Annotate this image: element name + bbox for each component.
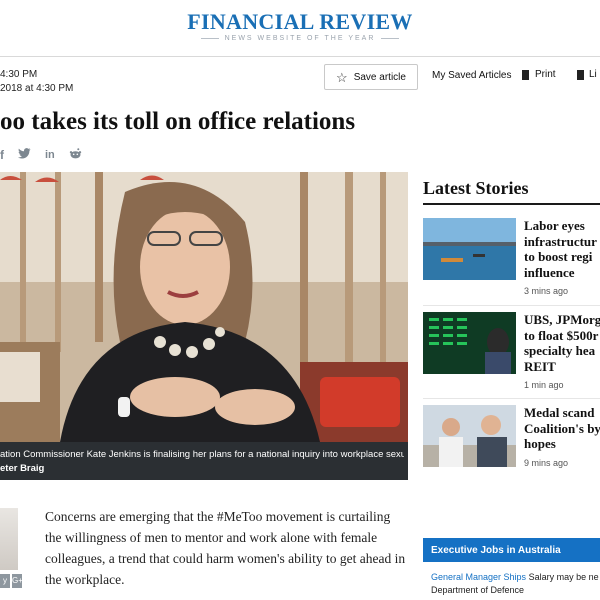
star-icon: ☆ [336,69,348,85]
story-thumbnail[interactable] [423,405,516,467]
updated-time: 2018 at 4:30 PM [0,83,74,94]
job-salary: Salary may be ne [528,572,599,582]
story-title[interactable]: UBS, JPMorg to float $500r specialty hea… [524,312,600,374]
site-tagline: NEWS WEBSITE OF THE YEAR [0,35,600,42]
author-twitter-icon[interactable]: y [0,574,10,588]
article-timestamps: 4:30 PM 2018 at 4:30 PM [0,68,73,96]
caption-credit: eter Braig [0,463,45,474]
save-article-label: Save article [353,71,406,83]
job-listing: General Manager Ships Salary may be ne [431,572,599,582]
image-caption: ation Commissioner Kate Jenkins is final… [0,442,408,480]
harbour-thumbnail-illustration [423,218,516,280]
caption-text: ation Commissioner Kate Jenkins is final… [0,449,404,460]
published-time: 4:30 PM [0,69,38,80]
my-saved-articles-link[interactable]: My Saved Articles [432,70,511,81]
latest-story[interactable]: Medal scand Coalition's by hopes 9 mins … [423,405,600,485]
cafe-background-illustration [0,172,408,442]
story-title[interactable]: Labor eyes infrastructur to boost regi i… [524,218,600,280]
facebook-icon[interactable]: f [0,148,4,162]
document-icon [577,69,584,80]
job-organisation: Department of Defence [431,585,525,595]
twitter-icon[interactable] [18,148,31,162]
job-title-link[interactable]: General Manager Ships [431,572,526,582]
article-hero-image [0,172,408,442]
story-time: 3 mins ago [524,286,569,296]
latest-story[interactable]: UBS, JPMorg to float $500r specialty hea… [423,312,600,392]
site-header: FINANCIAL REVIEW NEWS WEBSITE OF THE YEA… [0,0,600,57]
print-icon [522,69,529,80]
site-logo[interactable]: FINANCIAL REVIEW [0,9,600,35]
author-social-links: y G+ [0,574,23,588]
reddit-icon[interactable] [69,148,82,162]
trading-screen-thumbnail-illustration [423,312,516,374]
story-time: 9 mins ago [524,458,569,468]
story-divider [423,305,600,306]
latest-stories-rule [423,203,600,205]
story-time: 1 min ago [524,380,564,390]
author-google-plus-icon[interactable]: G+ [12,574,23,588]
story-thumbnail[interactable] [423,312,516,374]
save-article-button[interactable]: ☆ Save article [324,64,418,90]
latest-story[interactable]: Labor eyes infrastructur to boost regi i… [423,218,600,298]
executive-jobs-header[interactable]: Executive Jobs in Australia [423,538,600,562]
linkedin-icon[interactable]: in [45,149,55,161]
author-photo[interactable] [0,508,18,570]
story-title[interactable]: Medal scand Coalition's by hopes [524,405,600,452]
share-bar: f in [0,148,82,162]
story-divider [423,398,600,399]
article-lede: Concerns are emerging that the #MeToo mo… [45,509,406,587]
print-label: Print [535,69,556,80]
latest-stories-heading: Latest Stories [423,178,529,198]
story-thumbnail[interactable] [423,218,516,280]
toolbar-item-cutoff-label: Li [589,69,597,80]
toolbar-item-cutoff[interactable]: Li [577,69,597,80]
article-headline: oo takes its toll on office relations [0,108,356,135]
two-men-thumbnail-illustration [423,405,516,467]
print-button[interactable]: Print [522,69,556,80]
